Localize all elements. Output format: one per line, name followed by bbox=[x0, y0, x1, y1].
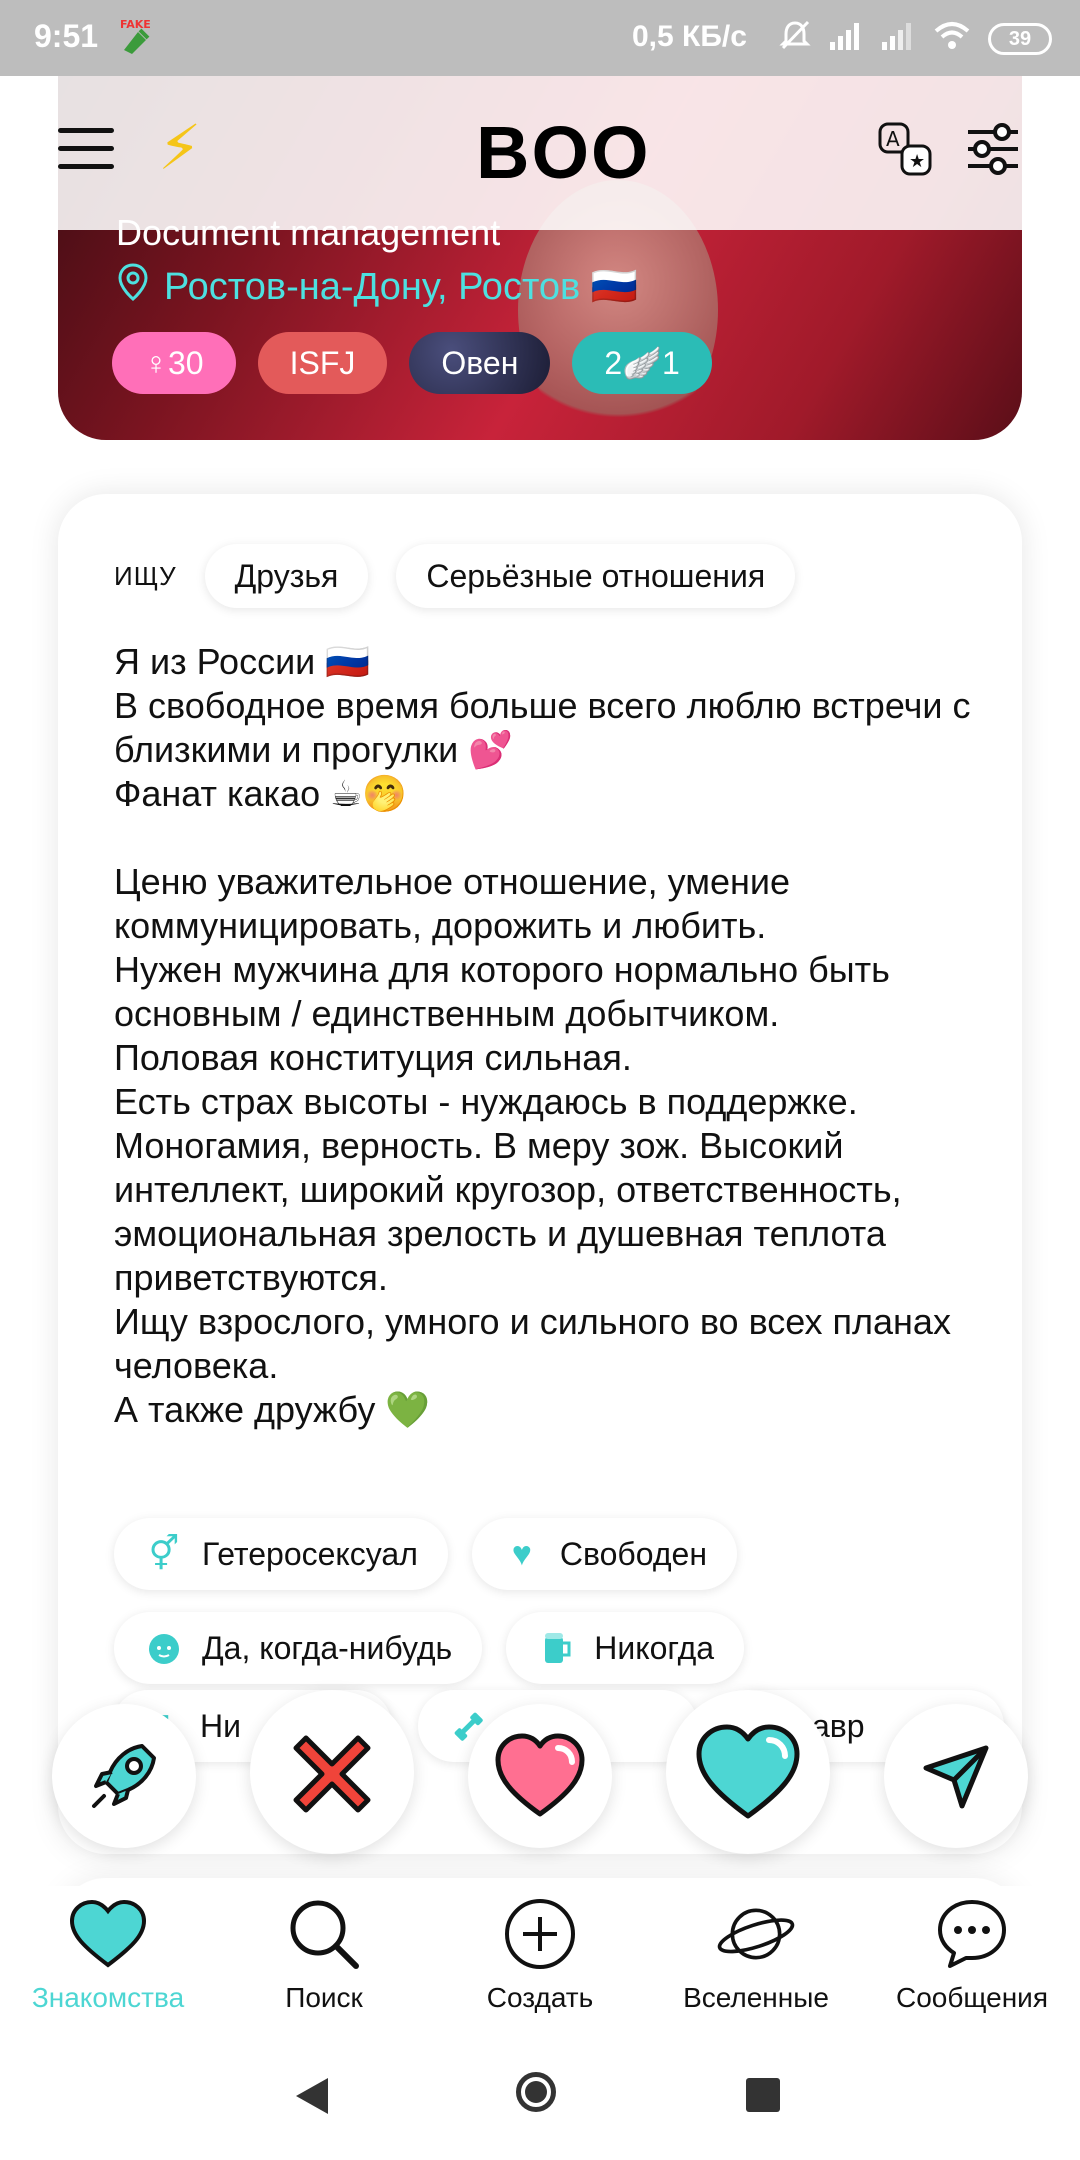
wifi-icon bbox=[932, 19, 972, 59]
translate-icon[interactable]: A ★ bbox=[876, 120, 934, 178]
svg-text:★: ★ bbox=[909, 151, 925, 172]
bio-text: Я из России 🇷🇺 В свободное время больше … bbox=[114, 641, 971, 1430]
signal-icon-2 bbox=[880, 20, 916, 58]
planet-icon bbox=[716, 1894, 796, 1974]
gender-symbol-icon: ⚥ bbox=[148, 1535, 180, 1573]
seeking-relationship: Серьёзные отношения bbox=[396, 544, 796, 608]
heart-icon bbox=[68, 1894, 148, 1974]
zodiac-chip[interactable]: Овен bbox=[409, 332, 551, 394]
menu-icon[interactable] bbox=[58, 128, 114, 170]
search-icon bbox=[284, 1894, 364, 1974]
seeking-friends: Друзья bbox=[204, 544, 369, 608]
karma-chip[interactable]: 2🪽1 bbox=[572, 332, 712, 394]
svg-text:A: A bbox=[886, 127, 900, 151]
profile-chips: ♀30 ISFJ Овен 2🪽1 bbox=[112, 332, 712, 394]
tag-label: Никогда bbox=[594, 1629, 715, 1666]
signal-icon bbox=[828, 20, 864, 58]
status-time: 9:51 bbox=[34, 18, 99, 54]
filters-icon[interactable] bbox=[964, 122, 1022, 176]
recent-apps-icon[interactable] bbox=[746, 2078, 780, 2112]
status-bar: 9:51 FAKE 0,5 КБ/с 39 bbox=[0, 0, 1080, 76]
baby-icon bbox=[144, 1628, 184, 1668]
lightning-icon[interactable]: ⚡ bbox=[158, 118, 202, 180]
tag-label: Свободен bbox=[559, 1535, 707, 1572]
nav-messages[interactable]: Сообщения bbox=[864, 1886, 1080, 2032]
location-text: Ростов-на-Дону, Ростов 🇷🇺 bbox=[164, 266, 639, 308]
heart-icon bbox=[495, 1733, 585, 1817]
battery-indicator: 39 bbox=[988, 23, 1052, 55]
like-button[interactable] bbox=[468, 1704, 612, 1848]
bio-card: ИЩУ Друзья Серьёзные отношения Я из Росс… bbox=[58, 494, 1022, 1854]
system-navigation-bar bbox=[0, 2032, 1080, 2160]
tags-list: ⚥ Гетеросексуал ♥ Свободен Да, когда-ниб… bbox=[114, 1518, 994, 1684]
beer-icon bbox=[536, 1628, 576, 1668]
nav-label: Вселенные bbox=[683, 1982, 829, 2013]
action-bar bbox=[0, 1690, 1080, 1860]
muted-bell-icon bbox=[778, 18, 812, 60]
nav-universes[interactable]: Вселенные bbox=[648, 1886, 864, 2032]
tag-relationship-status: ♥ Свободен bbox=[471, 1518, 737, 1590]
seeking-label: ИЩУ bbox=[114, 560, 177, 591]
tag-label: Да, когда-нибудь bbox=[202, 1629, 453, 1666]
nav-dating[interactable]: Знакомства bbox=[0, 1886, 216, 2032]
send-message-button[interactable] bbox=[884, 1704, 1028, 1848]
tag-label: Гетеросексуал bbox=[202, 1535, 418, 1572]
super-like-button[interactable] bbox=[666, 1690, 830, 1854]
fake-gps-icon: FAKE bbox=[118, 16, 156, 56]
rocket-icon bbox=[92, 1744, 156, 1808]
bottom-navigation: Знакомства Поиск Создать Вселенные Сообщ… bbox=[0, 1886, 1080, 2034]
tag-orientation: ⚥ Гетеросексуал bbox=[114, 1518, 448, 1590]
nav-label: Знакомства bbox=[31, 1982, 185, 2013]
tag-drinking: Никогда bbox=[506, 1612, 745, 1684]
nav-label: Создать bbox=[486, 1982, 594, 2013]
seeking-row: ИЩУ Друзья Серьёзные отношения bbox=[114, 544, 796, 608]
gender-age-chip: ♀30 bbox=[112, 332, 236, 394]
send-icon bbox=[923, 1745, 989, 1809]
boost-rocket-button[interactable] bbox=[52, 1704, 196, 1848]
app-header: ⚡ BOO A ★ bbox=[58, 76, 1022, 230]
pass-button[interactable] bbox=[250, 1690, 414, 1854]
home-icon[interactable] bbox=[516, 2072, 556, 2112]
nav-create[interactable]: Создать bbox=[432, 1886, 648, 2032]
nav-search[interactable]: Поиск bbox=[216, 1886, 432, 2032]
nav-label: Сообщения bbox=[896, 1982, 1048, 2013]
plus-circle-icon bbox=[500, 1894, 580, 1974]
mbti-chip[interactable]: ISFJ bbox=[257, 332, 388, 394]
app-logo: BOO bbox=[476, 111, 651, 194]
nav-label: Поиск bbox=[285, 1982, 363, 2013]
chat-icon bbox=[932, 1894, 1012, 1974]
back-icon[interactable] bbox=[296, 2078, 328, 2114]
tag-children: Да, когда-нибудь bbox=[114, 1612, 483, 1684]
location-pin-icon bbox=[116, 262, 150, 312]
close-icon bbox=[293, 1735, 371, 1813]
heart-icon bbox=[696, 1724, 800, 1819]
svg-text:FAKE: FAKE bbox=[120, 18, 151, 31]
network-speed: 0,5 КБ/с bbox=[632, 20, 747, 53]
heart-icon: ♥ bbox=[511, 1534, 532, 1573]
profile-location: Ростов-на-Дону, Ростов 🇷🇺 bbox=[116, 262, 638, 312]
